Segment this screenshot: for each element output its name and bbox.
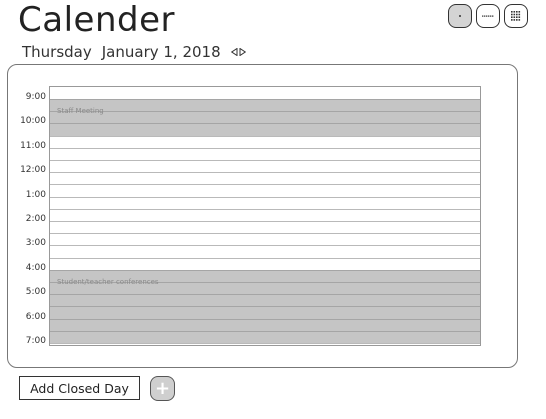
date-bar: Thursday January 1, 2018 [22, 43, 246, 61]
hour-label: 7:00 [25, 336, 46, 346]
hour-label: 12:00 [20, 165, 46, 176]
date-navigation [230, 48, 246, 56]
time-gridline [50, 135, 480, 137]
prev-day-icon[interactable] [230, 48, 238, 56]
time-gridline [50, 147, 480, 149]
time-gridline [50, 245, 480, 247]
hour-label: 10:00 [20, 116, 46, 127]
hour-label: 1:00 [25, 189, 46, 200]
day-view-button[interactable] [448, 4, 472, 28]
time-gridline [50, 343, 480, 344]
add-closed-day-button[interactable]: Add Closed Day [19, 376, 140, 400]
date-label: January 1, 2018 [101, 43, 221, 61]
page-title: Calender [18, 0, 175, 40]
add-button[interactable]: + [150, 376, 175, 401]
time-gridline [50, 221, 480, 222]
month-view-button[interactable] [504, 4, 528, 28]
event-title: Student/teacher conferences [57, 277, 159, 286]
day-view-icon [459, 15, 461, 17]
week-view-button[interactable] [476, 4, 500, 28]
month-view-icon [511, 11, 521, 21]
hour-label: 3:00 [25, 238, 46, 249]
event-title: Staff Meeting [57, 107, 104, 115]
time-gridline [50, 208, 480, 210]
hour-label: 4:00 [25, 262, 46, 273]
event-block[interactable]: Student/teacher conferences [50, 269, 480, 343]
time-gridline [50, 160, 480, 161]
time-gridline [50, 233, 480, 235]
hour-label: 5:00 [25, 287, 46, 298]
hour-label: 9:00 [25, 92, 46, 102]
day-schedule-grid[interactable]: Staff Meeting Student/teacher conferences [49, 86, 481, 346]
event-block[interactable]: Staff Meeting [50, 99, 480, 136]
view-switcher [448, 4, 528, 28]
next-day-icon[interactable] [239, 48, 246, 56]
time-gridline [50, 257, 480, 259]
time-gridline [50, 184, 480, 186]
time-gridline [50, 172, 480, 174]
hour-label: 2:00 [25, 214, 46, 224]
time-gridline [50, 196, 480, 198]
hour-label: 6:00 [25, 311, 46, 322]
hour-label: 11:00 [20, 140, 46, 151]
plus-icon: + [154, 377, 171, 399]
week-view-icon [482, 15, 494, 17]
weekday-label: Thursday [22, 43, 92, 61]
